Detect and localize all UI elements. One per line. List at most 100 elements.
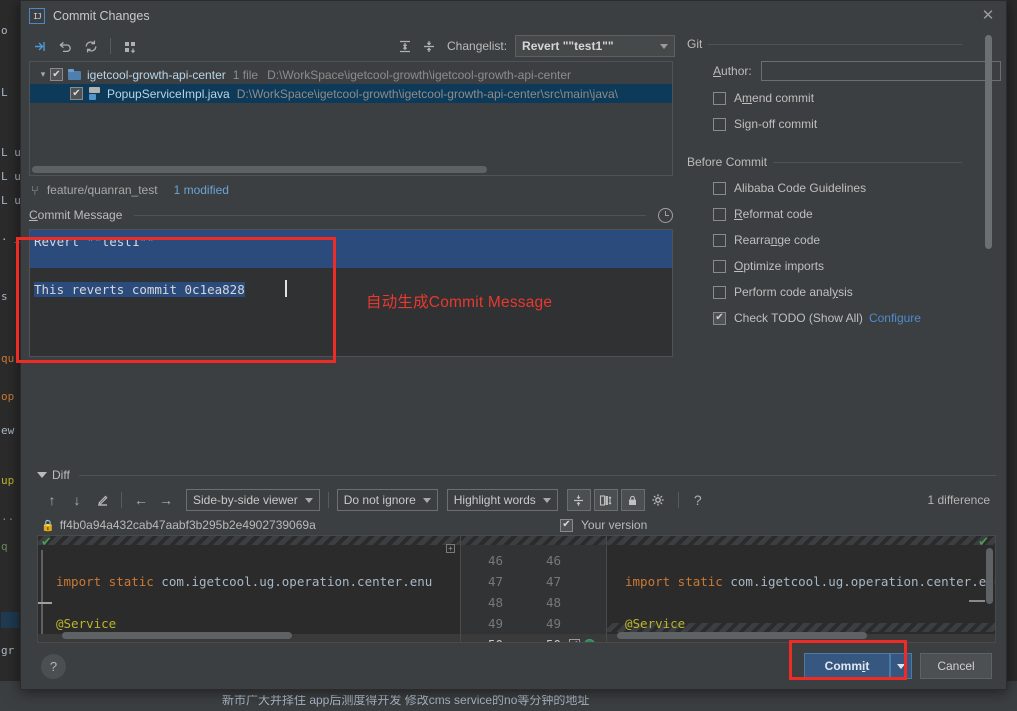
pencil-icon[interactable] bbox=[91, 489, 113, 511]
file-checkbox[interactable]: ✔ bbox=[70, 87, 83, 100]
signoff-commit-option[interactable]: Sign-off commit bbox=[713, 115, 1006, 133]
rearrange-code-checkbox[interactable] bbox=[713, 233, 726, 247]
rearrange-code-option[interactable]: Rearrange code bbox=[713, 231, 1006, 249]
amend-commit-checkbox[interactable] bbox=[713, 91, 726, 105]
reformat-code-option[interactable]: Reformat code bbox=[713, 205, 1006, 223]
author-field[interactable] bbox=[760, 61, 1001, 81]
options-scrollbar[interactable] bbox=[985, 35, 992, 249]
before-commit-title: Before Commit bbox=[687, 155, 768, 169]
toolbar-separator bbox=[327, 492, 329, 508]
author-label: Author: bbox=[713, 64, 752, 78]
line-number-new: 49 bbox=[545, 616, 561, 631]
right-pane-vscrollbar[interactable] bbox=[986, 548, 993, 604]
background-editor-strip: o L L u L u L u . _ s qu op ew up .. q g… bbox=[0, 0, 20, 711]
commit-button[interactable]: Commit bbox=[804, 653, 890, 679]
chevron-down-icon[interactable]: ▾ bbox=[36, 69, 50, 80]
diff-header[interactable]: Diff bbox=[37, 465, 996, 485]
chevron-down-icon bbox=[304, 497, 313, 503]
collapse-unchanged-icon[interactable] bbox=[566, 489, 591, 511]
highlight-mode-combobox[interactable]: Highlight words bbox=[446, 489, 558, 511]
line-number-old: 48 bbox=[487, 595, 503, 610]
history-clock-icon[interactable] bbox=[658, 207, 673, 223]
diff-right-pane[interactable]: ✔ + import static com.igetcool.ug.operat… bbox=[607, 536, 995, 642]
branch-icon: ⑂ bbox=[31, 182, 39, 198]
cancel-button[interactable]: Cancel bbox=[920, 653, 992, 679]
arrow-down-icon[interactable]: ↓ bbox=[66, 489, 88, 511]
check-todo-label: Check TODO (Show All) bbox=[734, 311, 863, 325]
git-group-title: Git bbox=[687, 37, 703, 51]
commit-message-input[interactable]: Revert ""test1"" This reverts commit 0c1… bbox=[29, 229, 673, 357]
signoff-commit-checkbox[interactable] bbox=[713, 117, 726, 131]
diff-editors: ✔ import static com.igetcool.ug.operatio… bbox=[37, 535, 996, 643]
left-revision-hash: ff4b0a94a432cab47aabf3b295b2e4902739069a bbox=[59, 518, 316, 532]
check-todo-checkbox[interactable]: ✔ bbox=[713, 311, 726, 325]
left-pane-hscrollbar[interactable] bbox=[62, 632, 292, 639]
folder-file-count: 1 file bbox=[232, 67, 259, 82]
status-ok-icon: ✔ bbox=[41, 536, 52, 549]
right-revision-header: ✔ Your version bbox=[560, 518, 647, 532]
perform-code-analysis-option[interactable]: Perform code analysis bbox=[713, 283, 1006, 301]
chevron-down-icon bbox=[422, 497, 431, 503]
alibaba-guidelines-checkbox[interactable] bbox=[713, 181, 726, 195]
java-file-icon bbox=[88, 87, 102, 100]
optimize-imports-checkbox[interactable] bbox=[713, 259, 726, 273]
lock-icon: 🔒 bbox=[41, 519, 55, 532]
sync-scroll-icon[interactable] bbox=[593, 489, 618, 511]
toolbar-separator bbox=[677, 492, 679, 508]
read-only-lock-icon[interactable] bbox=[620, 489, 645, 511]
commit-message-header: CCommit Messageommit Message bbox=[29, 206, 673, 224]
configure-link[interactable]: Configure bbox=[869, 311, 921, 325]
table-row[interactable]: ✔ PopupServiceImpl.java D:\WorkSpace\ige… bbox=[30, 84, 672, 103]
difference-count: 1 difference bbox=[927, 493, 991, 507]
refresh-icon[interactable] bbox=[79, 35, 103, 57]
expand-fold-icon[interactable]: + bbox=[446, 544, 455, 553]
ignore-mode-combobox[interactable]: Do not ignore bbox=[336, 489, 438, 511]
changelist-combobox[interactable]: Revert ""test1"" bbox=[515, 35, 676, 57]
line-number-old: 49 bbox=[487, 616, 503, 631]
viewer-mode-value: Side-by-side viewer bbox=[193, 493, 298, 507]
optimize-imports-option[interactable]: Optimize imports bbox=[713, 257, 1006, 275]
show-diff-icon[interactable] bbox=[27, 35, 51, 57]
arrow-left-icon[interactable]: ← bbox=[130, 489, 152, 511]
folded-region-top bbox=[461, 536, 607, 545]
signoff-commit-label: Sign-off commit bbox=[734, 117, 818, 131]
diff-toolbar: ↑ ↓ ← → Side-by-side viewer Do not ignor… bbox=[21, 485, 1006, 515]
chevron-down-icon bbox=[542, 497, 551, 503]
arrow-up-icon[interactable]: ↑ bbox=[41, 489, 63, 511]
reformat-code-label: Reformat code bbox=[734, 207, 813, 221]
question-icon[interactable]: ? bbox=[687, 489, 709, 511]
dialog-title: Commit Changes bbox=[53, 9, 150, 23]
accept-change-checkbox[interactable]: ✔ bbox=[569, 639, 580, 642]
rollback-icon[interactable] bbox=[53, 35, 77, 57]
divider bbox=[773, 161, 962, 163]
your-version-checkbox[interactable]: ✔ bbox=[560, 518, 573, 532]
check-todo-option[interactable]: ✔ Check TODO (Show All) Configure bbox=[713, 309, 1006, 327]
folder-checkbox[interactable]: ✔ bbox=[50, 68, 63, 81]
arrow-right-icon[interactable]: → bbox=[155, 489, 177, 511]
diff-left-pane[interactable]: ✔ import static com.igetcool.ug.operatio… bbox=[38, 536, 461, 642]
commit-dropdown-button[interactable] bbox=[890, 653, 912, 679]
divider bbox=[78, 474, 996, 476]
expand-all-icon[interactable] bbox=[393, 35, 417, 57]
tree-horizontal-scrollbar[interactable] bbox=[32, 166, 487, 173]
table-row[interactable]: ▾ ✔ igetcool-growth-api-center 1 file D:… bbox=[30, 65, 672, 84]
right-pane-hscrollbar[interactable] bbox=[617, 632, 867, 639]
changed-files-tree[interactable]: ▾ ✔ igetcool-growth-api-center 1 file D:… bbox=[29, 61, 673, 176]
collapse-all-icon[interactable] bbox=[417, 35, 441, 57]
gear-icon[interactable] bbox=[648, 489, 670, 511]
help-button[interactable]: ? bbox=[41, 653, 66, 679]
perform-code-analysis-checkbox[interactable] bbox=[713, 285, 726, 299]
branch-status-bar: ⑂ feature/quanran_test 1 modified bbox=[21, 176, 681, 200]
background-status-text: 新市广大并择住 app后测度得开发 修改cms service的no等分钟的地址 bbox=[222, 695, 782, 711]
toolbar-separator bbox=[110, 38, 111, 54]
diff-line-number-gutter: 4646 4747 4848 4949 5050 ✔ 5151 5252 535… bbox=[461, 536, 607, 642]
amend-commit-option[interactable]: Amend commit bbox=[713, 89, 1006, 107]
line-number-new: 48 bbox=[545, 595, 561, 610]
reformat-code-checkbox[interactable] bbox=[713, 207, 726, 221]
chevron-down-icon[interactable] bbox=[37, 472, 47, 478]
folded-region-top bbox=[607, 536, 995, 545]
alibaba-guidelines-option[interactable]: Alibaba Code Guidelines bbox=[713, 179, 1006, 197]
group-by-icon[interactable] bbox=[118, 35, 142, 57]
close-icon[interactable]: ✕ bbox=[980, 8, 996, 24]
viewer-mode-combobox[interactable]: Side-by-side viewer bbox=[186, 489, 320, 511]
